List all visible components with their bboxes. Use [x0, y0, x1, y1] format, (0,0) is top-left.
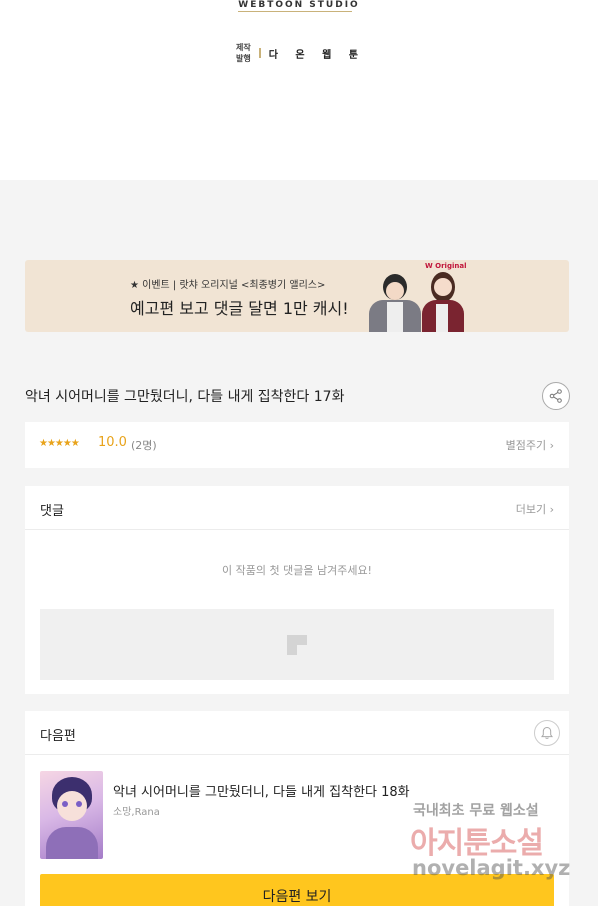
studio-logo-text: WEBTOON STUDIO: [238, 0, 360, 10]
next-episode-thumbnail[interactable]: [40, 771, 103, 859]
next-episode-author: 소망,Rana: [113, 807, 160, 818]
comments-empty-text: 이 작품의 첫 댓글을 남겨주세요!: [222, 564, 372, 577]
comments-card: 댓글 더보기 › 이 작품의 첫 댓글을 남겨주세요!: [25, 486, 569, 694]
share-icon: [549, 389, 562, 403]
credit-label-publisher: 발행: [236, 54, 251, 63]
credit-label-production: 제작: [236, 43, 251, 52]
share-button[interactable]: [542, 382, 570, 410]
episode-title: 악녀 시어머니를 그만뒀더니, 다들 내게 집착한다 17화: [25, 389, 345, 405]
header-area: WEBTOON STUDIO 제작 발행 다 온 웹 툰: [0, 0, 598, 180]
ad-placeholder-icon: [287, 635, 307, 655]
comments-header: 댓글 더보기 ›: [25, 486, 569, 530]
next-episode-section-title: 다음편: [40, 729, 76, 744]
banner-character-girl: [420, 268, 465, 332]
promo-banner[interactable]: ★ 이벤트 | 랏챠 오리지널 <최종병기 앨리스> 예고편 보고 댓글 달면 …: [25, 260, 569, 332]
next-episode-header: 다음편: [25, 711, 569, 755]
banner-headline: 예고편 보고 댓글 달면 1만 캐시!: [130, 299, 349, 318]
watermark-line3: novelagit.xyz: [412, 856, 571, 880]
credit-divider: [258, 48, 261, 58]
banner-event-text: ★ 이벤트 | 랏챠 오리지널 <최종병기 앨리스>: [130, 280, 326, 291]
ad-placeholder: [40, 609, 554, 680]
watermark-line1: 국내최초 무료 웹소설: [413, 803, 539, 819]
banner-character-boy: [365, 270, 425, 332]
rating-card: ★★★★★ 10.0 (2명) 별점주기 ›: [25, 422, 569, 468]
studio-underline: [238, 11, 352, 12]
rating-stars: ★★★★★: [39, 438, 80, 449]
comments-more-link[interactable]: 더보기 ›: [516, 501, 554, 517]
bell-icon: [541, 726, 553, 739]
rating-score: 10.0: [98, 435, 127, 450]
credit-labels: 제작 발행: [236, 42, 251, 64]
watermark: 국내최초 무료 웹소설 아지툰소설 novelagit.xyz: [410, 800, 590, 888]
rate-button[interactable]: 별점주기 ›: [506, 437, 554, 453]
comments-title: 댓글: [40, 504, 64, 519]
rating-votes: (2명): [131, 439, 157, 452]
credit-block: 제작 발행 다 온 웹 툰: [236, 42, 365, 64]
next-episode-title[interactable]: 악녀 시어머니를 그만뒀더니, 다들 내게 집착한다 18화: [113, 781, 410, 800]
notification-button[interactable]: [534, 720, 560, 746]
credit-name: 다 온 웹 툰: [268, 49, 365, 61]
